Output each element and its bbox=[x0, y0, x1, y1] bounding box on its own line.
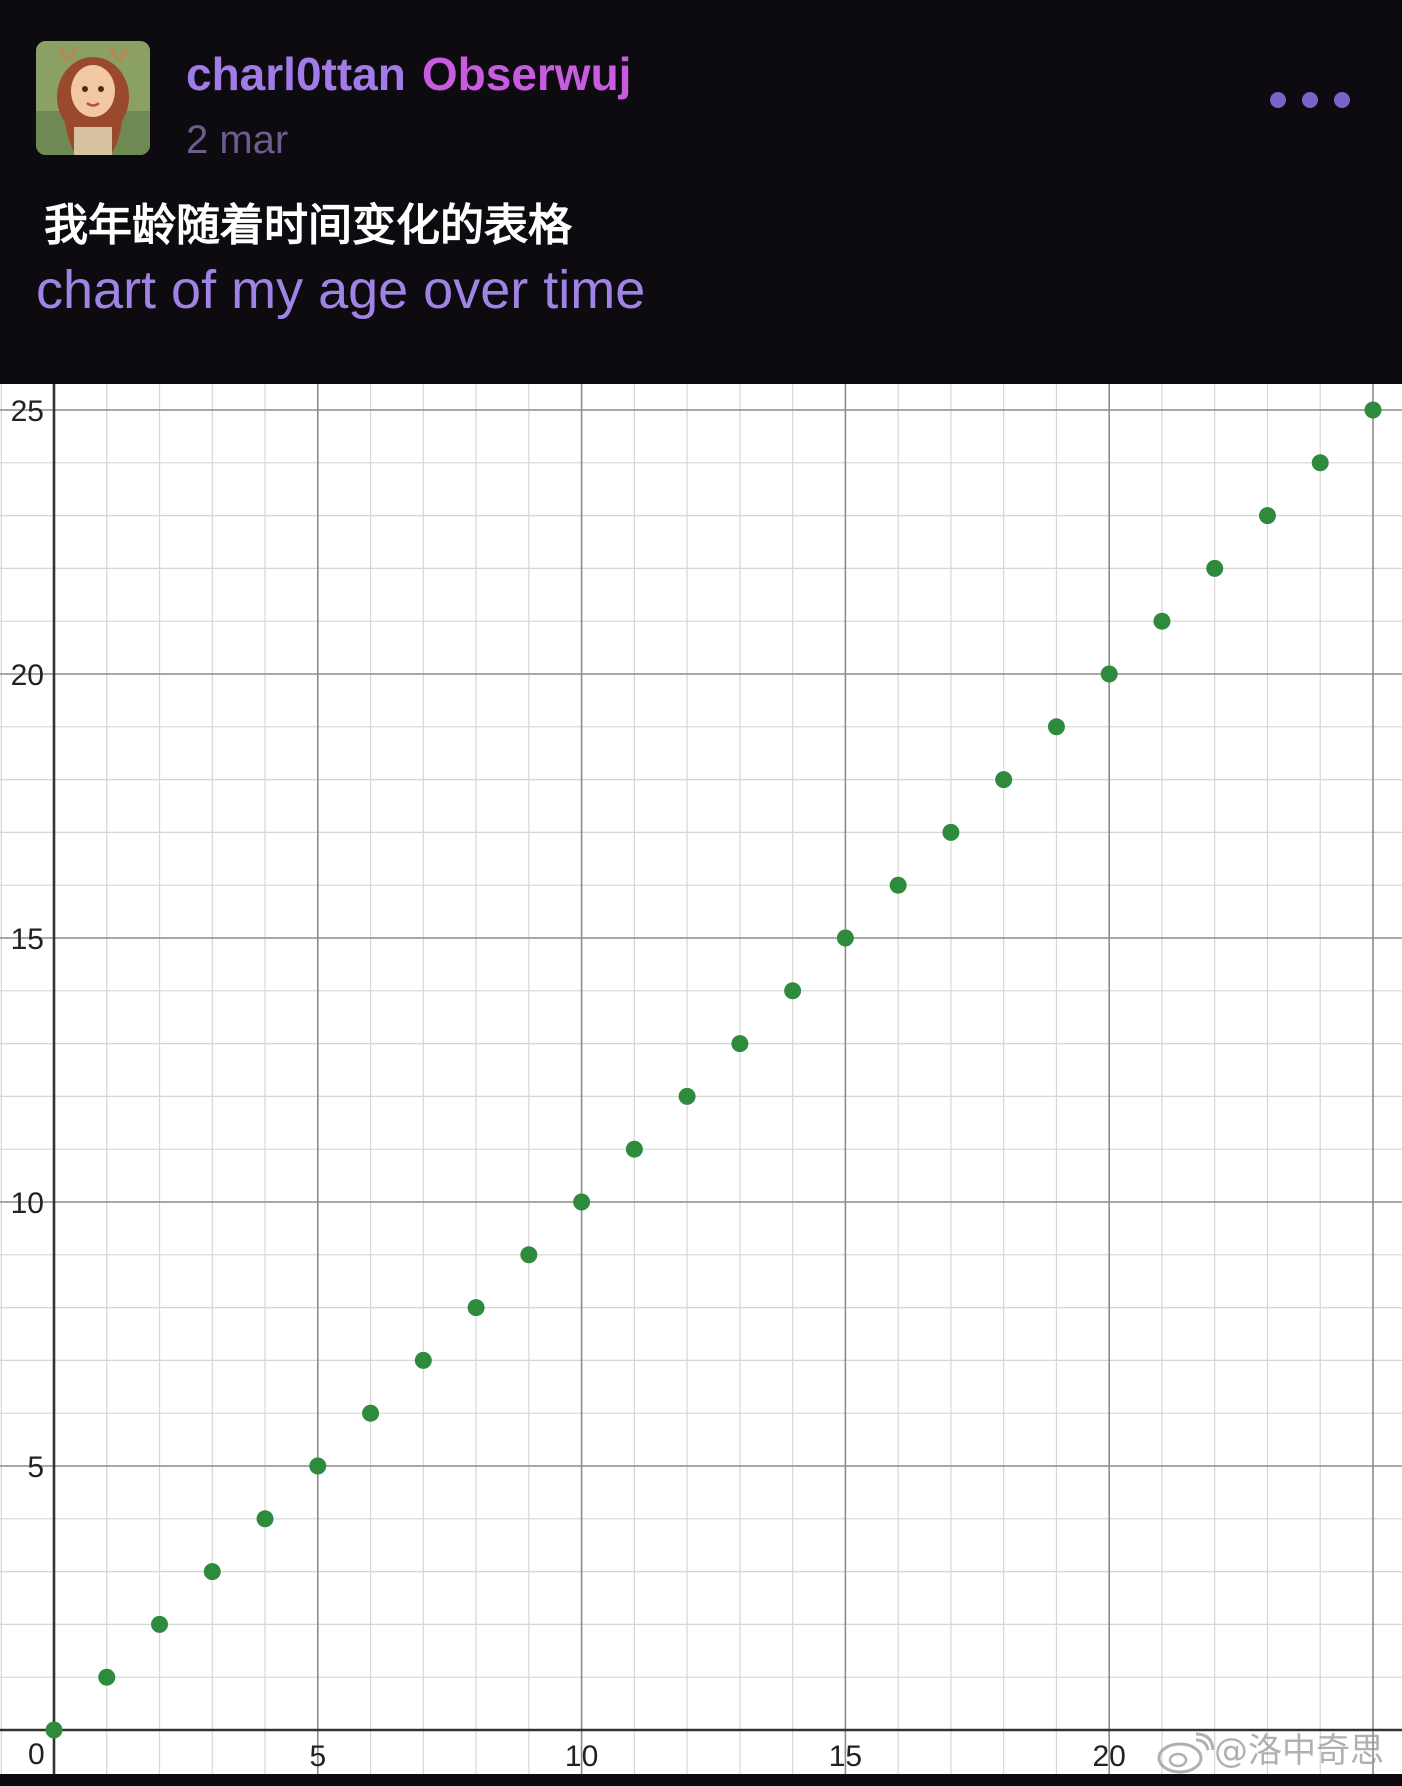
author-line: charl0ttan Obserwuj bbox=[186, 44, 631, 104]
data-point bbox=[1047, 718, 1065, 736]
data-point bbox=[1364, 401, 1382, 419]
data-point bbox=[1258, 507, 1276, 525]
data-point bbox=[203, 1563, 221, 1581]
tick-label-origin: 0 bbox=[28, 1738, 45, 1771]
data-point bbox=[573, 1193, 591, 1211]
post-text-chinese: 我年龄随着时间变化的表格 bbox=[44, 200, 572, 251]
y-tick-label: 5 bbox=[27, 1451, 44, 1484]
data-point bbox=[678, 1087, 696, 1105]
data-point bbox=[836, 929, 854, 947]
data-point bbox=[995, 771, 1013, 789]
age-scatter-chart: 0 5 10 15 20 5 10 15 20 25 bbox=[0, 384, 1402, 1774]
y-tick-label: 10 bbox=[11, 1187, 44, 1220]
data-point bbox=[309, 1457, 327, 1475]
more-dots-icon bbox=[1302, 92, 1318, 108]
post-text-english: chart of my age over time bbox=[36, 260, 646, 320]
data-point bbox=[784, 982, 802, 1000]
data-point bbox=[942, 823, 960, 841]
y-tick-label: 15 bbox=[11, 923, 44, 956]
follow-link[interactable]: Obserwuj bbox=[422, 48, 632, 100]
post-date: 2 mar bbox=[186, 118, 289, 162]
data-point bbox=[151, 1615, 169, 1633]
data-point bbox=[625, 1140, 643, 1158]
data-point bbox=[520, 1246, 538, 1264]
x-tick-label: 15 bbox=[829, 1740, 862, 1773]
more-dots-icon bbox=[1270, 92, 1286, 108]
data-point bbox=[1311, 454, 1329, 472]
data-point bbox=[1153, 612, 1171, 630]
more-options-button[interactable] bbox=[1270, 80, 1350, 120]
weibo-icon bbox=[1157, 1732, 1214, 1774]
x-tick-label: 20 bbox=[1093, 1740, 1126, 1773]
data-point bbox=[889, 876, 907, 894]
data-points bbox=[45, 401, 1382, 1739]
y-tick-label: 25 bbox=[11, 395, 44, 428]
x-tick-label: 10 bbox=[565, 1740, 598, 1773]
avatar-portrait-icon bbox=[36, 41, 150, 155]
data-point bbox=[731, 1035, 749, 1053]
more-dots-icon bbox=[1334, 92, 1350, 108]
watermark-text: @洛中奇思 bbox=[1214, 1731, 1384, 1771]
data-point bbox=[1206, 559, 1224, 577]
post-header: charl0ttan Obserwuj 2 mar 我年龄随着时间变化的表格 ch… bbox=[0, 0, 1402, 384]
data-point bbox=[362, 1404, 380, 1422]
x-tick-label: 5 bbox=[309, 1740, 326, 1773]
y-tick-label: 20 bbox=[11, 659, 44, 692]
tick-labels: 0 5 10 15 20 5 10 15 20 25 bbox=[11, 395, 1126, 1773]
data-point bbox=[45, 1721, 63, 1739]
data-point bbox=[467, 1299, 485, 1317]
chart-area: 0 5 10 15 20 5 10 15 20 25 bbox=[0, 384, 1402, 1774]
data-point bbox=[98, 1668, 116, 1686]
data-point bbox=[1100, 665, 1118, 683]
data-point bbox=[414, 1351, 432, 1369]
avatar[interactable] bbox=[36, 41, 150, 155]
author-name[interactable]: charl0ttan bbox=[186, 48, 406, 100]
data-point bbox=[256, 1510, 274, 1528]
